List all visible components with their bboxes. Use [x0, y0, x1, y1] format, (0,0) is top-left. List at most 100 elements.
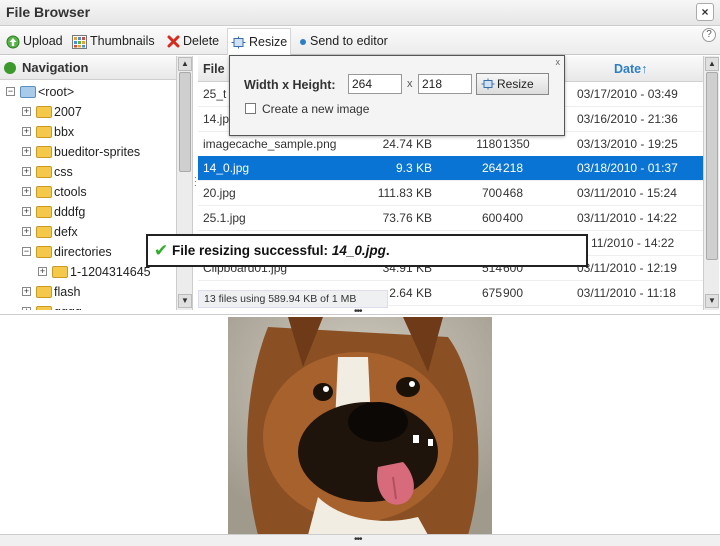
tree-node-defx[interactable]: + defx [0, 222, 170, 242]
resize-button[interactable]: Resize [227, 28, 292, 55]
thumbnails-icon [72, 34, 87, 49]
tree-node-bbx[interactable]: + bbx [0, 122, 170, 142]
file-date: 03/11/2010 - 15:24 [577, 186, 677, 200]
thumbnails-button[interactable]: Thumbnails [69, 30, 158, 52]
bottom-splitter-grip[interactable]: ••• [354, 535, 362, 545]
success-message-text: File resizing successful: 14_0.jpg. [172, 243, 390, 258]
resize-submit-label: Resize [497, 77, 534, 91]
expand-icon[interactable]: + [22, 207, 31, 216]
file-date: 03/11/2010 - 12:19 [577, 261, 677, 275]
expand-icon[interactable]: + [22, 127, 31, 136]
file-date: 03/13/2010 - 19:25 [577, 137, 678, 151]
file-size: 111.83 KB [377, 186, 432, 200]
folder-icon [36, 226, 52, 238]
file-name: 25_t [203, 87, 227, 101]
tree-node-gggg[interactable]: + gggg [0, 302, 170, 310]
column-file[interactable]: File [203, 62, 225, 76]
window-title: File Browser [6, 4, 91, 20]
tree-icon [4, 62, 16, 74]
tree-node-label: directories [54, 245, 112, 259]
create-new-image-checkbox[interactable] [245, 103, 256, 114]
collapse-icon[interactable]: − [6, 87, 15, 96]
folder-icon [36, 186, 52, 198]
tree-node-label: flash [54, 285, 81, 299]
expand-icon[interactable]: + [22, 147, 31, 156]
scroll-thumb[interactable] [179, 72, 191, 172]
bottom-bar: ••• [0, 534, 720, 546]
tree-node-label: dddfg [54, 205, 86, 219]
file-list-scrollbar[interactable]: ▲ ▼ [703, 56, 719, 310]
success-message: ✔ File resizing successful: 14_0.jpg. [146, 234, 588, 267]
folder-icon [36, 246, 52, 258]
width-input[interactable] [348, 74, 402, 94]
scroll-up-arrow-icon[interactable]: ▲ [705, 57, 719, 71]
file-height: 400 [503, 211, 524, 225]
folder-icon [36, 306, 52, 310]
tree-node-css[interactable]: + css [0, 162, 170, 182]
navigation-scrollbar[interactable]: ▲ ▼ [176, 56, 192, 310]
image-preview-panel [0, 314, 720, 535]
file-name: 20.jpg [203, 186, 236, 200]
resize-dialog-close-icon[interactable]: x [556, 57, 561, 67]
collapse-icon[interactable]: − [22, 247, 31, 256]
column-date[interactable]: Date↑ [614, 62, 647, 76]
scroll-down-arrow-icon[interactable]: ▼ [705, 294, 719, 308]
tree-node-bueditor-sprites[interactable]: + bueditor-sprites [0, 142, 170, 162]
delete-label: Delete [183, 34, 220, 48]
upload-button[interactable]: Upload [3, 30, 66, 52]
width-height-label: Width x Height: [244, 78, 336, 92]
navigation-panel: Navigation − <root> + 2007 + bbx + buedi… [0, 56, 193, 310]
tree-node-label: 1-1204314645 [70, 265, 151, 279]
tree-node-dddfg[interactable]: + dddfg [0, 202, 170, 222]
file-date: 11/2010 - 14:22 [591, 236, 675, 250]
success-message-period: . [385, 243, 390, 258]
delete-button[interactable]: Delete [164, 30, 222, 52]
navigation-heading: Navigation [22, 60, 89, 75]
tree-node-ctools[interactable]: + ctools [0, 182, 170, 202]
file-width: 700 [481, 186, 502, 200]
scroll-down-arrow-icon[interactable]: ▼ [178, 294, 192, 308]
file-date: 03/18/2010 - 01:37 [577, 161, 678, 175]
expand-icon[interactable]: + [22, 167, 31, 176]
resize-submit-button[interactable]: Resize [476, 73, 549, 95]
success-message-file: 14_0.jpg [331, 243, 386, 258]
file-date: 03/16/2010 - 21:36 [577, 112, 678, 126]
file-height: 218 [503, 161, 524, 175]
file-size: 2.64 KB [389, 286, 432, 300]
tree-node-label: css [54, 165, 73, 179]
expand-icon[interactable]: + [22, 307, 31, 310]
tree-node-2007[interactable]: + 2007 [0, 102, 170, 122]
tree-node-directories[interactable]: − directories [0, 242, 170, 262]
send-to-editor-button[interactable]: Send to editor [296, 30, 391, 52]
resize-label: Resize [249, 35, 288, 49]
folder-icon [36, 126, 52, 138]
tree-node-root[interactable]: − <root> [0, 82, 170, 102]
height-input[interactable] [418, 74, 472, 94]
folder-icon [52, 266, 68, 278]
folder-open-icon [20, 86, 36, 98]
expand-icon[interactable]: + [38, 267, 47, 276]
file-date: 03/11/2010 - 11:18 [577, 286, 676, 300]
folder-tree: − <root> + 2007 + bbx + bueditor-sprites… [0, 82, 176, 310]
file-date: 03/17/2010 - 03:49 [577, 87, 678, 101]
expand-icon[interactable]: + [22, 187, 31, 196]
file-name: 25.1.jpg [203, 211, 246, 225]
table-row[interactable]: 20.jpg 111.83 KB 700 468 03/11/2010 - 15… [198, 181, 703, 206]
tree-node-flash[interactable]: + flash [0, 282, 170, 302]
table-row[interactable]: 25.1.jpg 73.76 KB 600 400 03/11/2010 - 1… [198, 206, 703, 231]
close-button[interactable]: × [696, 3, 714, 21]
file-name: 14_0.jpg [203, 161, 250, 175]
upload-icon [6, 35, 20, 49]
success-message-label: File resizing successful: [172, 243, 329, 258]
expand-icon[interactable]: + [22, 287, 31, 296]
scroll-up-arrow-icon[interactable]: ▲ [178, 57, 192, 71]
checkmark-icon: ✔ [154, 241, 169, 260]
table-row-selected[interactable]: 14_0.jpg 9.3 KB 264 218 03/18/2010 - 01:… [198, 156, 703, 181]
scroll-thumb[interactable] [706, 72, 718, 260]
bullet-icon [300, 38, 306, 45]
help-icon[interactable]: ? [702, 28, 716, 42]
title-bar: File Browser × [0, 0, 720, 26]
send-to-editor-label: Send to editor [310, 34, 388, 48]
expand-icon[interactable]: + [22, 107, 31, 116]
expand-icon[interactable]: + [22, 227, 31, 236]
